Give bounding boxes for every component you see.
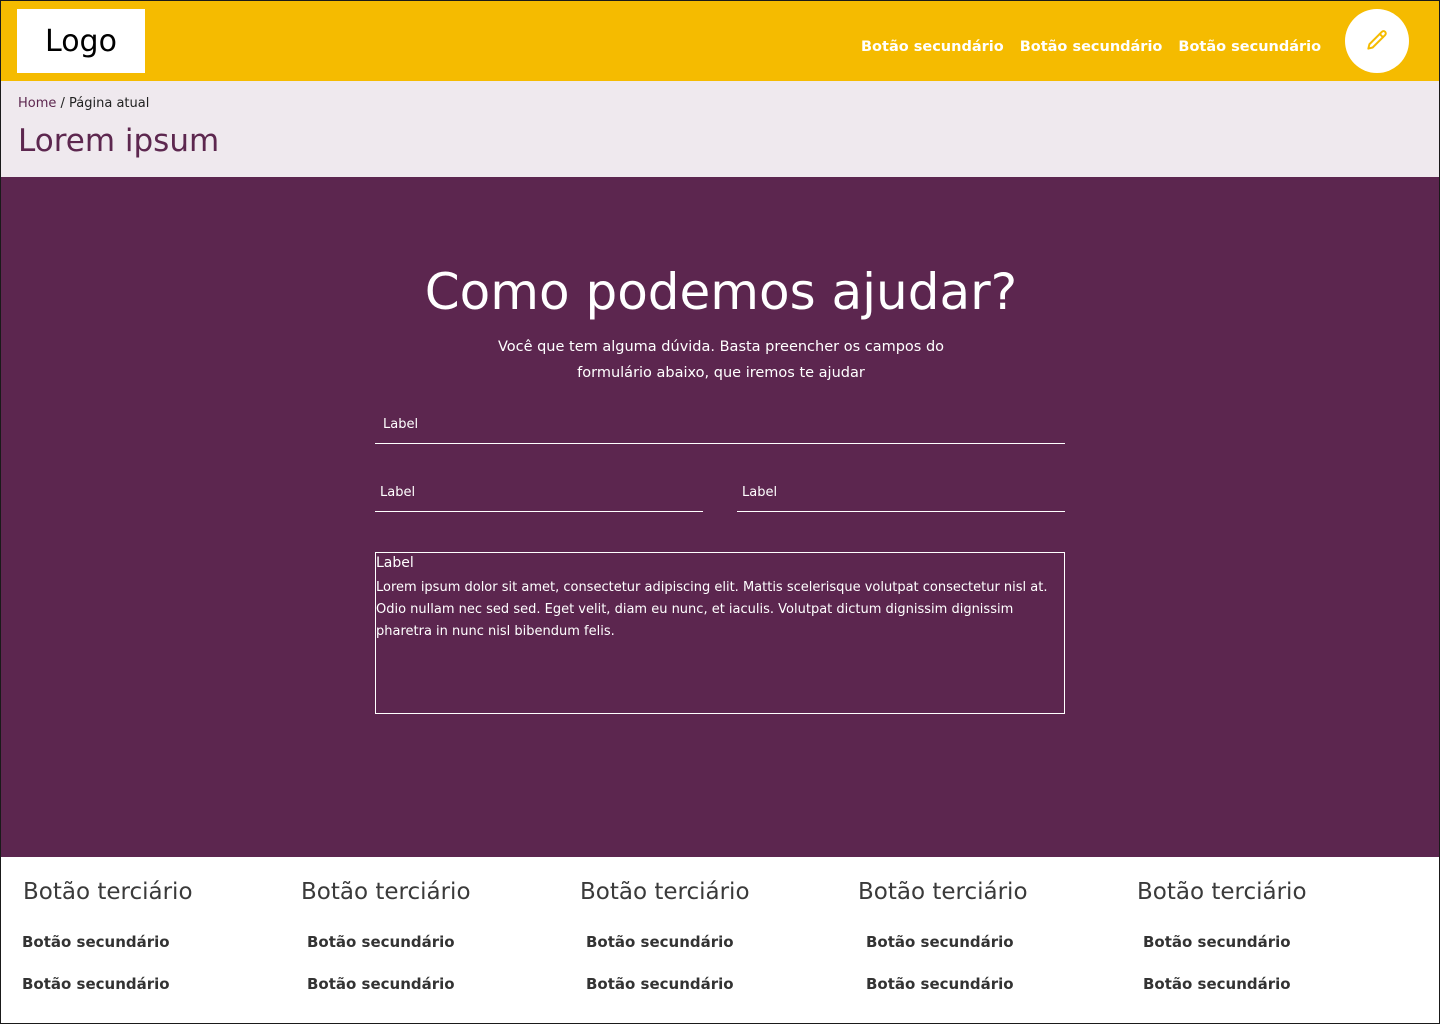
footer-link[interactable]: Botão secundário bbox=[1143, 975, 1291, 993]
form-field-1[interactable]: Label bbox=[375, 417, 1065, 444]
footer-link[interactable]: Botão secundário bbox=[307, 933, 455, 951]
message-textarea[interactable]: Label Lorem ipsum dolor sit amet, consec… bbox=[375, 552, 1065, 714]
main-nav: Botão secundário Botão secundário Botão … bbox=[861, 39, 1321, 55]
contact-subtitle: Você que tem alguma dúvida. Basta preenc… bbox=[497, 339, 945, 381]
form-field-2-label: Label bbox=[380, 485, 416, 500]
footer-link[interactable]: Botão secundário bbox=[586, 975, 734, 993]
pencil-icon bbox=[1367, 30, 1387, 50]
nav-link-1[interactable]: Botão secundário bbox=[861, 39, 1004, 55]
edit-button[interactable] bbox=[1345, 9, 1409, 73]
footer-link[interactable]: Botão secundário bbox=[1143, 933, 1291, 951]
footer-link[interactable]: Botão secundário bbox=[866, 933, 1014, 951]
footer-link[interactable]: Botão secundário bbox=[307, 975, 455, 993]
breadcrumb-home[interactable]: Home bbox=[18, 96, 56, 111]
footer-link[interactable]: Botão secundário bbox=[586, 933, 734, 951]
breadcrumb-separator: / bbox=[56, 96, 70, 111]
footer-column-title[interactable]: Botão terciário bbox=[858, 879, 1028, 905]
message-text: Lorem ipsum dolor sit amet, consectetur … bbox=[376, 580, 1048, 639]
page-title: Lorem ipsum bbox=[18, 123, 220, 159]
footer-link[interactable]: Botão secundário bbox=[22, 933, 170, 951]
footer: Botão terciário Botão secundário Botão s… bbox=[1, 857, 1439, 1023]
form-field-1-label: Label bbox=[383, 417, 419, 432]
form-field-2[interactable]: Label bbox=[375, 485, 703, 512]
footer-link[interactable]: Botão secundário bbox=[22, 975, 170, 993]
footer-link[interactable]: Botão secundário bbox=[866, 975, 1014, 993]
logo[interactable]: Logo bbox=[17, 9, 145, 73]
nav-link-3[interactable]: Botão secundário bbox=[1178, 39, 1321, 55]
message-label: Label bbox=[376, 555, 414, 571]
breadcrumb-current: Página atual bbox=[69, 96, 150, 111]
page-frame: Logo Botão secundário Botão secundário B… bbox=[0, 0, 1440, 1024]
nav-link-2[interactable]: Botão secundário bbox=[1020, 39, 1163, 55]
contact-section: Como podemos ajudar? Você que tem alguma… bbox=[1, 177, 1439, 857]
form-field-3-label: Label bbox=[742, 485, 778, 500]
footer-column-title[interactable]: Botão terciário bbox=[301, 879, 471, 905]
footer-column-title[interactable]: Botão terciário bbox=[580, 879, 750, 905]
form-field-3[interactable]: Label bbox=[737, 485, 1065, 512]
top-bar: Logo Botão secundário Botão secundário B… bbox=[1, 1, 1439, 81]
contact-title: Como podemos ajudar? bbox=[424, 263, 1018, 321]
footer-column-title[interactable]: Botão terciário bbox=[23, 879, 193, 905]
footer-column-title[interactable]: Botão terciário bbox=[1137, 879, 1307, 905]
page-header: Home / Página atual Lorem ipsum bbox=[1, 81, 1439, 177]
breadcrumb: Home / Página atual bbox=[18, 96, 149, 111]
